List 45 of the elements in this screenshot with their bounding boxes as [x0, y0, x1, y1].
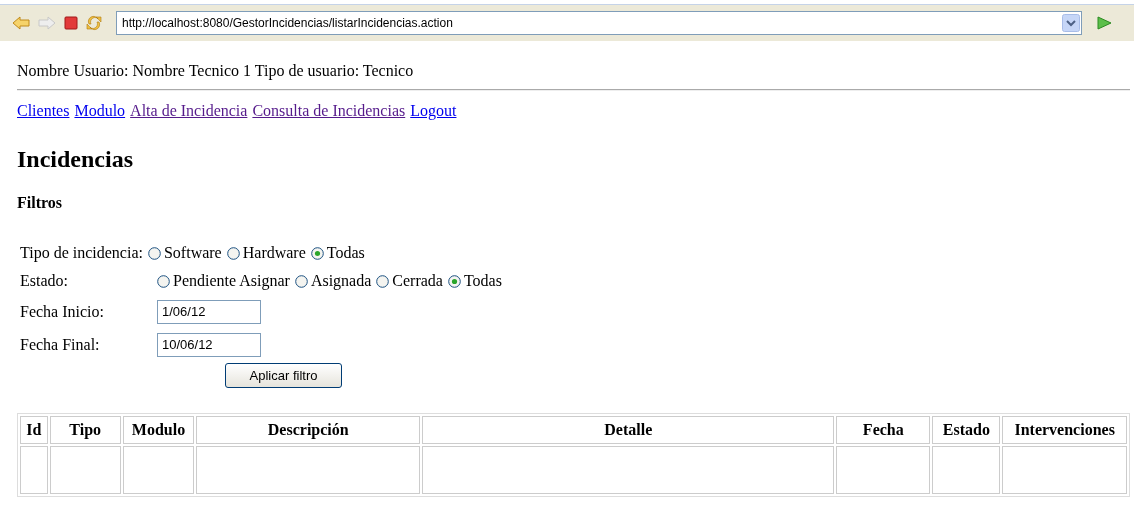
table-cell — [932, 446, 1001, 494]
radio-label: Cerrada — [392, 271, 443, 291]
table-cell — [122, 446, 194, 494]
address-field[interactable]: http://localhost:8080/GestorIncidencias/listarIncidencias.action — [116, 11, 1082, 35]
column-header: Tipo — [49, 416, 121, 444]
table-cell — [49, 446, 121, 494]
radio-button[interactable] — [447, 274, 461, 288]
radio-button[interactable] — [376, 274, 390, 288]
radio-label: Todas — [326, 243, 365, 263]
radio-label: Software — [163, 243, 222, 263]
radio-button[interactable] — [294, 274, 308, 288]
column-header: Detalle — [422, 416, 835, 444]
radio-button[interactable] — [157, 274, 170, 288]
column-header: Estado — [932, 416, 1001, 444]
nav-link[interactable]: Logout — [410, 101, 457, 121]
table-cell — [20, 446, 48, 494]
column-header: Id — [20, 416, 48, 444]
column-header: Modulo — [122, 416, 194, 444]
nav-link[interactable]: Clientes — [17, 101, 70, 121]
field-label: Fecha Inicio: — [20, 301, 105, 322]
field-label: Fecha Final: — [20, 334, 101, 355]
radio-label: Hardware — [242, 243, 306, 263]
column-header: Descripción — [196, 416, 421, 444]
page-heading: Incidencias — [17, 145, 134, 173]
date-field[interactable]: 1/06/12 — [157, 299, 261, 324]
nav-link[interactable]: Alta de Incidencia — [130, 101, 248, 121]
nav-link[interactable]: Consulta de Incidencias — [252, 101, 406, 121]
radio-button[interactable] — [147, 246, 161, 260]
dropdown-icon[interactable] — [1062, 14, 1080, 32]
radio-label: Todas — [463, 271, 502, 291]
radio-button[interactable] — [226, 246, 240, 260]
radio-button[interactable] — [310, 246, 324, 260]
radio-label: Asignada — [310, 271, 372, 291]
nav-link[interactable]: Modulo — [74, 101, 126, 121]
user-info: Nombre Usuario: Nombre Tecnico 1 Tipo de usuario: Tecnico — [17, 61, 415, 81]
go-icon[interactable] — [1096, 16, 1112, 30]
stop-icon[interactable] — [64, 16, 78, 30]
column-header: Fecha — [836, 416, 931, 444]
column-header: Intervenciones — [1002, 416, 1127, 444]
filters-heading: Filtros — [17, 193, 64, 213]
date-field[interactable]: 10/06/12 — [157, 332, 261, 357]
radio-label: Pendiente Asignar — [173, 271, 290, 291]
filter-label: Tipo de incidencia: — [20, 243, 143, 263]
filter-label: Estado: — [20, 271, 69, 291]
apply-filter-button[interactable]: Aplicar filtro — [225, 363, 342, 388]
